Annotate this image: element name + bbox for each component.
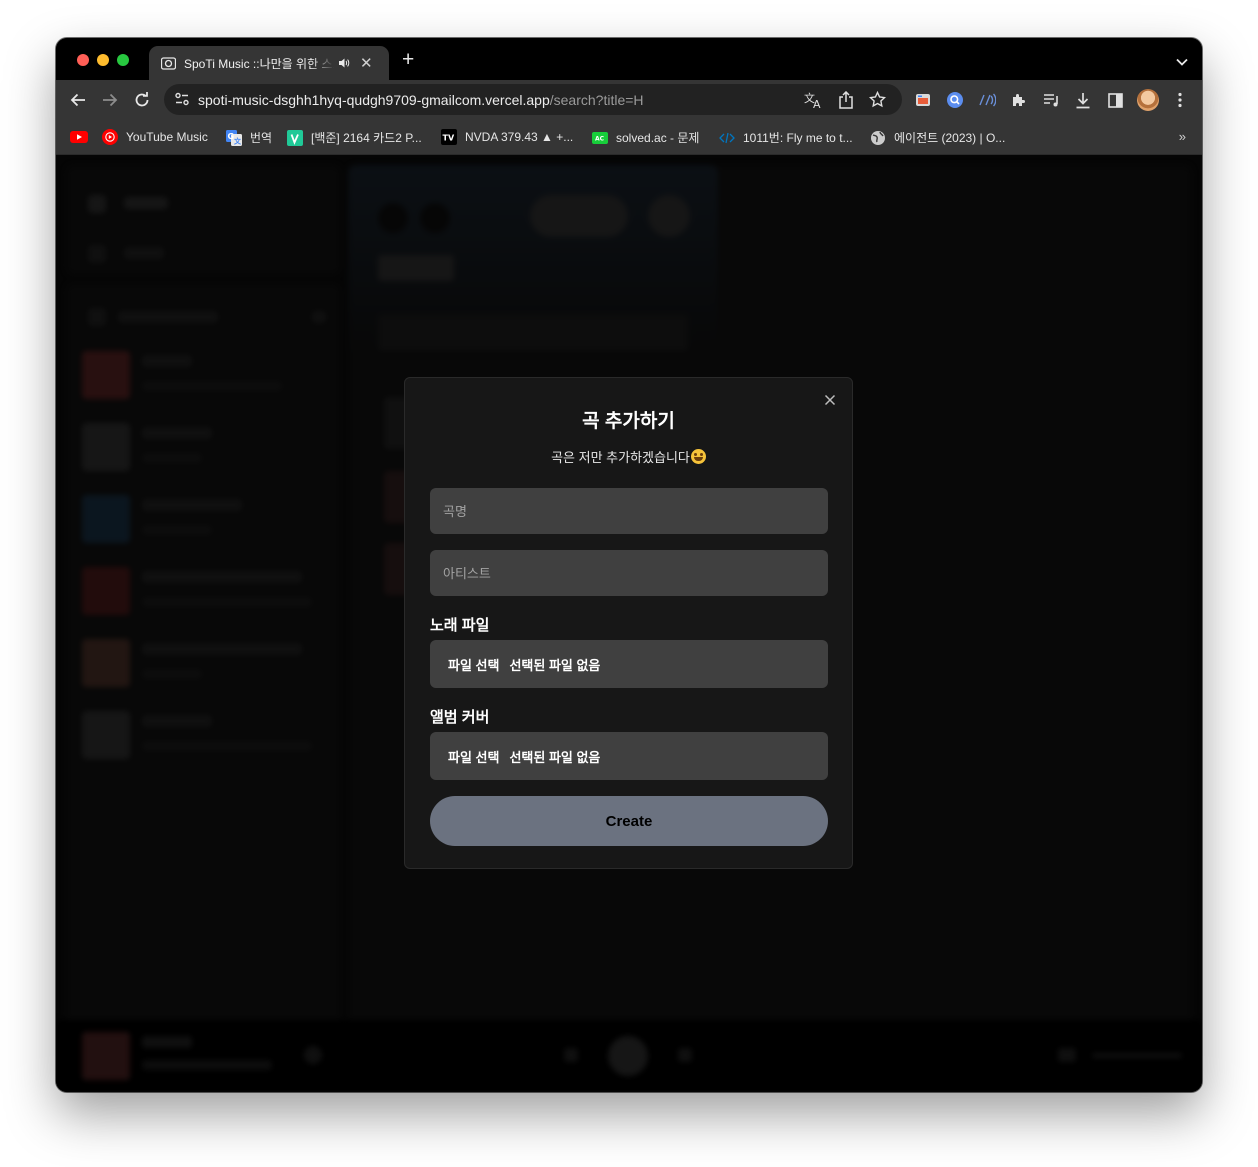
share-icon[interactable] [838,90,854,114]
modal-description: 곡은 저만 추가하겠습니다 [405,447,852,466]
svg-text:A: A [813,98,821,109]
create-button[interactable]: Create [430,796,828,846]
bookmark-label: solved.ac - 문제 [616,131,700,145]
bookmarks-bar: YouTube Music G文 번역 [백준] 2164 카드2 P... T… [56,120,1202,155]
tab-strip: SpoTi Music ::나만을 위한 스트리밍 ✕ + [56,38,1202,80]
solvedac-icon: AC [592,130,608,146]
extension-search-icon[interactable] [946,91,964,109]
spoti-favicon-icon [160,55,176,71]
extensions-puzzle-icon[interactable] [1010,91,1028,109]
url-text: spoti-music-dsghh1hyq-qudgh9709-gmailcom… [198,92,644,108]
bookmark-nvda[interactable]: TV NVDA 379.43 ▲ +... [441,129,573,145]
artist-input[interactable] [430,550,828,596]
tradingview-icon: TV [441,129,457,145]
bookmark-fly-me-to[interactable]: 1011번: Fly me to t... [719,129,853,146]
song-file-status: 선택된 파일 없음 [509,657,601,673]
bookmark-agent[interactable]: 에이전트 (2023) | O... [870,129,1005,146]
url-path: /search?title=H [549,92,644,108]
youtube-icon [70,131,88,143]
youtube-music-icon [102,129,118,145]
site-info-icon[interactable] [174,91,190,112]
download-icon[interactable] [1074,91,1092,109]
url-host: spoti-music-dsghh1hyq-qudgh9709-gmailcom… [198,92,550,108]
bookmark-label: 1011번: Fly me to t... [743,131,853,145]
velog-icon [287,129,303,146]
reload-icon[interactable] [132,90,152,110]
browser-toolbar: spoti-music-dsghh1hyq-qudgh9709-gmailcom… [56,80,1202,120]
cover-file-choose-button[interactable]: 파일 선택 [448,747,499,766]
minimize-window-button[interactable] [97,54,109,66]
bookmark-label: YouTube Music [126,130,208,144]
close-window-button[interactable] [77,54,89,66]
song-file-input[interactable]: 파일 선택 선택된 파일 없음 [430,640,828,688]
svg-text:TV: TV [443,134,455,143]
browser-window: SpoTi Music ::나만을 위한 스트리밍 ✕ + spoti-musi… [56,38,1202,1092]
smile-emoji-icon [690,449,706,464]
profile-avatar[interactable] [1137,89,1159,111]
song-file-choose-button[interactable]: 파일 선택 [448,655,499,674]
close-icon[interactable] [823,393,837,407]
more-bookmarks-button[interactable]: » [1179,129,1186,144]
globe-icon [870,130,886,146]
app-page: 곡 추가하기 곡은 저만 추가하겠습니다 노래 파일 파일 선택 선택된 파일 … [56,155,1202,1092]
song-file-label: 노래 파일 [430,617,490,634]
song-title-input[interactable] [430,488,828,534]
tab-close-icon[interactable]: ✕ [360,56,373,71]
svg-text:文: 文 [234,136,242,145]
modal-title: 곡 추가하기 [582,411,675,432]
cover-file-status: 선택된 파일 없음 [509,749,601,765]
bookmark-youtube-music[interactable]: YouTube Music [102,129,208,145]
tab-search-chevron-icon[interactable] [1176,53,1188,71]
extension-window-icon[interactable] [914,91,932,109]
add-song-modal: 곡 추가하기 곡은 저만 추가하겠습니다 노래 파일 파일 선택 선택된 파일 … [404,377,853,869]
bookmark-label: NVDA 379.43 ▲ +... [465,130,574,144]
bookmark-label: 에이전트 (2023) | O... [894,131,1006,145]
svg-text:AC: AC [595,135,605,142]
bookmark-youtube[interactable] [70,129,96,143]
album-cover-label: 앨범 커버 [430,709,490,726]
maximize-window-button[interactable] [117,54,129,66]
bookmark-translate[interactable]: G文 번역 [226,129,272,146]
tab-title: SpoTi Music ::나만을 위한 스트리밍 [184,56,334,71]
browser-menu-icon[interactable] [1171,91,1189,109]
bookmark-label: 번역 [250,131,273,145]
code-icon [719,130,735,146]
address-bar[interactable]: spoti-music-dsghh1hyq-qudgh9709-gmailcom… [164,84,902,115]
album-cover-input[interactable]: 파일 선택 선택된 파일 없음 [430,732,828,780]
forward-arrow-icon[interactable] [100,90,120,110]
bookmark-baekjoon-velog[interactable]: [백준] 2164 카드2 P... [287,129,422,146]
side-panel-icon[interactable] [1106,91,1124,109]
back-arrow-icon[interactable] [68,90,88,110]
media-playlist-icon[interactable] [1042,91,1060,109]
google-translate-icon: G文 [226,129,242,146]
bookmark-star-icon[interactable] [868,90,887,113]
extension-wave-icon[interactable] [978,91,996,109]
window-controls [77,54,129,66]
bookmark-solvedac[interactable]: AC solved.ac - 문제 [592,129,699,146]
audio-playing-icon[interactable] [338,57,354,69]
translate-icon[interactable]: 文A [804,91,823,114]
new-tab-button[interactable]: + [402,49,414,70]
bookmark-label: [백준] 2164 카드2 P... [311,131,422,145]
description-text: 곡은 저만 추가하겠습니다 [551,450,690,465]
tab-spoti-music[interactable]: SpoTi Music ::나만을 위한 스트리밍 ✕ [149,46,389,80]
